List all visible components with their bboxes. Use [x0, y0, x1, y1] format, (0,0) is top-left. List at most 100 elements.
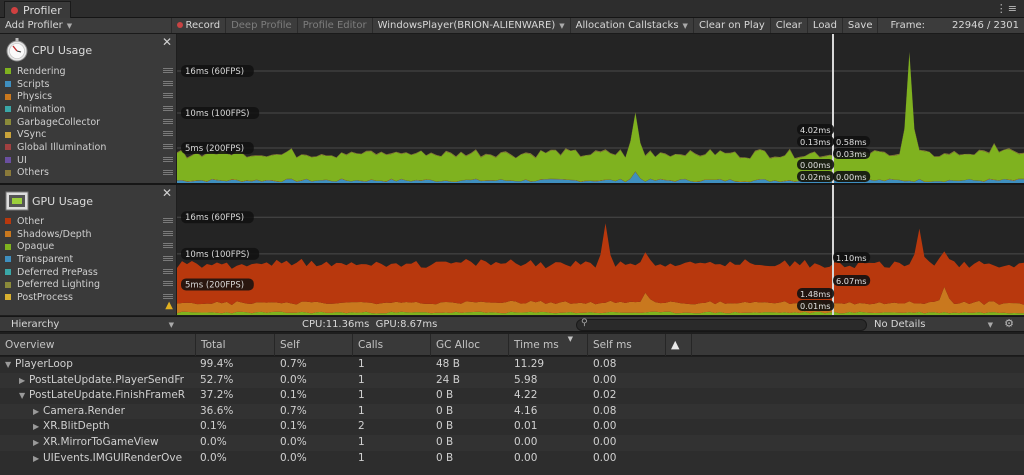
allocation-callstacks-label: Allocation Callstacks — [575, 19, 679, 31]
legend-swatch[interactable] — [5, 169, 11, 176]
drag-handle-icon[interactable] — [163, 169, 173, 175]
drag-handle-icon[interactable] — [163, 144, 173, 150]
table-row[interactable]: ▶ UIEvents.IMGUIRenderOve 0.0% 0.0% 1 0 B 0.00… — [0, 451, 1024, 467]
save-button[interactable]: Save — [843, 18, 879, 33]
legend-swatch[interactable] — [5, 81, 11, 88]
column-warnings-icon[interactable]: ▲ — [666, 334, 692, 356]
legend-swatch[interactable] — [5, 93, 11, 100]
add-profiler-dropdown[interactable]: Add Profiler ▼ — [0, 18, 172, 33]
record-toggle[interactable]: Record — [172, 18, 227, 33]
allocation-callstacks-dropdown[interactable]: Allocation Callstacks ▼ — [571, 18, 694, 33]
table-row[interactable]: ▶ PostLateUpdate.PlayerSendFr 52.7% 0.0% 1 24… — [0, 372, 1024, 389]
table-row[interactable]: ▼ PlayerLoop 99.4% 0.7% 1 48 B 11.29 0.08 — [0, 357, 1024, 373]
legend-swatch[interactable] — [5, 294, 11, 301]
profile-editor-toggle[interactable]: Profile Editor — [298, 18, 373, 33]
details-label: No Details — [874, 319, 926, 330]
search-input[interactable]: ⚲ — [576, 318, 867, 331]
drag-handle-icon[interactable] — [163, 268, 173, 274]
profiler-tab[interactable]: Profiler — [4, 1, 71, 18]
gpu-legend-item[interactable]: Other — [5, 215, 173, 228]
gear-icon[interactable]: ⚙ — [1004, 317, 1014, 330]
drag-handle-icon[interactable] — [163, 118, 173, 124]
legend-swatch[interactable] — [5, 68, 11, 75]
collapse-arrow-icon[interactable]: ▼ — [19, 388, 29, 404]
column-gc-alloc[interactable]: GC Alloc — [431, 334, 509, 356]
drag-handle-icon[interactable] — [163, 156, 173, 162]
cpu-usage-chart[interactable]: 16ms (60FPS) 10ms (100FPS) 5ms (200FPS) 4.0… — [177, 34, 1024, 183]
drag-handle-icon[interactable] — [163, 93, 173, 99]
deep-profile-toggle[interactable]: Deep Profile — [226, 18, 298, 33]
close-icon[interactable]: ✕ — [162, 35, 172, 49]
gpu-legend-item[interactable]: Transparent — [5, 253, 173, 266]
drag-handle-icon[interactable] — [163, 68, 173, 73]
cpu-legend-item[interactable]: VSync — [5, 128, 173, 141]
column-calls[interactable]: Calls — [353, 334, 431, 356]
gpu-legend-item[interactable]: Deferred PrePass — [5, 266, 173, 279]
drag-handle-icon[interactable] — [163, 218, 173, 223]
cpu-legend-item[interactable]: Others — [5, 167, 173, 180]
gpu-usage-module[interactable]: GPU Usage ✕ Other Shadows/Depth Opaque Tran… — [0, 185, 176, 315]
cpu-legend-item[interactable]: Rendering — [5, 65, 173, 78]
table-row[interactable]: ▶ XR.BlitDepth 0.1% 0.1% 2 0 B 0.01 0.00 — [0, 419, 1024, 435]
cpu-legend-item[interactable]: GarbageCollector — [5, 116, 173, 129]
gpu-legend-item[interactable]: Deferred Lighting — [5, 278, 173, 291]
expand-arrow-icon[interactable]: ▶ — [33, 451, 43, 467]
gpu-legend-item[interactable]: PostProcess — [5, 291, 173, 304]
row-name-label: PostLateUpdate.PlayerSendFr — [29, 373, 184, 386]
window-menu-icon[interactable]: ⋮≡ — [996, 2, 1018, 15]
table-row[interactable]: ▶ Camera.Render 36.6% 0.7% 1 0 B 4.16 0.08 — [0, 403, 1024, 420]
target-player-dropdown[interactable]: WindowsPlayer(BRION-ALIENWARE) ▼ — [373, 18, 571, 33]
drag-handle-icon[interactable] — [163, 230, 173, 236]
cpu-legend-item[interactable]: Global Illumination — [5, 141, 173, 154]
value-label: 0.13ms — [800, 137, 830, 147]
table-row[interactable]: ▼ PostLateUpdate.FinishFrameR 37.2% 0.1% 1 0 … — [0, 388, 1024, 404]
legend-swatch[interactable] — [5, 218, 11, 225]
warning-icon[interactable]: ▲ — [165, 300, 173, 311]
cpu-legend-item[interactable]: Physics — [5, 90, 173, 103]
cpu-legend-item[interactable]: Animation — [5, 103, 173, 116]
legend-swatch[interactable] — [5, 157, 11, 164]
legend-swatch[interactable] — [5, 119, 11, 126]
gpu-legend-item[interactable]: Shadows/Depth — [5, 228, 173, 241]
collapse-arrow-icon[interactable]: ▼ — [5, 357, 15, 373]
drag-handle-icon[interactable] — [163, 281, 173, 287]
legend-swatch[interactable] — [5, 231, 11, 238]
view-mode-dropdown[interactable]: Hierarchy ▼ — [4, 318, 176, 332]
drag-handle-icon[interactable] — [163, 243, 173, 249]
legend-swatch[interactable] — [5, 131, 11, 138]
expand-arrow-icon[interactable]: ▶ — [33, 419, 43, 435]
drag-handle-icon[interactable] — [163, 131, 173, 137]
drag-handle-icon[interactable] — [163, 294, 173, 300]
column-time-ms[interactable]: Time ms ▼ — [509, 334, 588, 356]
legend-swatch[interactable] — [5, 144, 11, 151]
legend-swatch[interactable] — [5, 106, 11, 113]
column-total[interactable]: Total — [196, 334, 275, 356]
cpu-usage-module[interactable]: CPU Usage ✕ Rendering Scripts Physics Anima… — [0, 34, 176, 183]
drag-handle-icon[interactable] — [163, 256, 173, 262]
expand-arrow-icon[interactable]: ▶ — [33, 435, 43, 451]
cpu-legend-item[interactable]: Scripts — [5, 78, 173, 91]
close-icon[interactable]: ✕ — [162, 186, 172, 200]
clear-button[interactable]: Clear — [771, 18, 808, 33]
expand-arrow-icon[interactable]: ▶ — [33, 404, 43, 420]
details-dropdown[interactable]: No Details ▼ — [870, 318, 995, 332]
gpu-usage-chart[interactable]: 16ms (60FPS) 10ms (100FPS) 5ms (200FPS) 1.1… — [177, 185, 1024, 315]
table-row[interactable]: ▶ XR.MirrorToGameView 0.0% 0.0% 1 0 B 0.00 0.00 — [0, 435, 1024, 451]
profiler-modules-panel: CPU Usage ✕ Rendering Scripts Physics Anima… — [0, 34, 176, 315]
column-overview[interactable]: Overview — [0, 334, 196, 356]
expand-arrow-icon[interactable]: ▶ — [19, 373, 29, 389]
legend-swatch[interactable] — [5, 256, 11, 263]
cell-selfms: 0.08 — [593, 358, 617, 370]
legend-swatch[interactable] — [5, 243, 11, 250]
gpu-legend-item[interactable]: Opaque — [5, 240, 173, 253]
row-name: ▶ Camera.Render — [33, 404, 195, 420]
drag-handle-icon[interactable] — [163, 106, 173, 112]
load-button[interactable]: Load — [808, 18, 843, 33]
column-self[interactable]: Self — [275, 334, 353, 356]
drag-handle-icon[interactable] — [163, 80, 173, 86]
clear-on-play-toggle[interactable]: Clear on Play — [694, 18, 771, 33]
legend-swatch[interactable] — [5, 281, 11, 288]
legend-swatch[interactable] — [5, 269, 11, 276]
column-self-ms[interactable]: Self ms — [588, 334, 666, 356]
cpu-legend-item[interactable]: UI — [5, 154, 173, 167]
